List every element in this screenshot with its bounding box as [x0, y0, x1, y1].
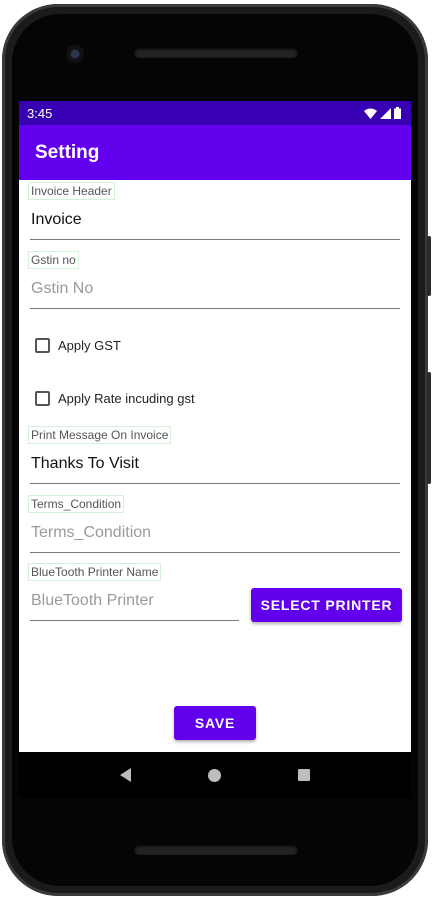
home-icon[interactable]: [207, 768, 221, 782]
select-printer-button[interactable]: SELECT PRINTER: [251, 588, 402, 622]
invoice-header-label: Invoice Header: [28, 182, 115, 200]
apply-gst-row[interactable]: Apply GST: [35, 338, 121, 353]
power-button: [427, 236, 431, 296]
page-title: Setting: [35, 141, 100, 163]
status-icons: [364, 107, 401, 119]
apply-rate-including-gst-label: Apply Rate incuding gst: [58, 391, 195, 406]
recents-icon[interactable]: [298, 769, 311, 781]
gstin-label: Gstin no: [28, 251, 79, 269]
bluetooth-printer-label: BlueTooth Printer Name: [28, 563, 162, 581]
battery-icon: [394, 107, 401, 119]
navigation-bar: [19, 752, 411, 798]
app-bar: Setting: [19, 125, 411, 180]
apply-gst-label: Apply GST: [58, 338, 121, 353]
apply-rate-including-gst-row[interactable]: Apply Rate incuding gst: [35, 391, 195, 406]
status-time: 3:45: [27, 105, 53, 121]
back-icon[interactable]: [119, 768, 131, 782]
app-screen: 3:45 Setting Invoice Header Invoice Gsti…: [19, 101, 411, 752]
signal-icon: [380, 107, 391, 119]
apply-gst-checkbox[interactable]: [35, 338, 50, 353]
volume-button: [427, 372, 431, 484]
bluetooth-printer-input[interactable]: BlueTooth Printer: [30, 587, 239, 621]
save-button[interactable]: SAVE: [174, 706, 256, 740]
apply-rate-including-gst-checkbox[interactable]: [35, 391, 50, 406]
print-message-input[interactable]: Thanks To Visit: [30, 450, 400, 484]
front-camera: [66, 45, 84, 63]
status-bar: 3:45: [19, 101, 411, 125]
top-speaker: [134, 48, 298, 58]
terms-input[interactable]: Terms_Condition: [30, 519, 400, 553]
print-message-label: Print Message On Invoice: [28, 426, 172, 444]
terms-label: Terms_Condition: [28, 495, 125, 513]
bottom-speaker: [134, 845, 298, 855]
wifi-icon: [364, 108, 377, 119]
settings-form: Invoice Header Invoice Gstin no Gstin No…: [19, 180, 411, 752]
gstin-input[interactable]: Gstin No: [30, 275, 400, 309]
invoice-header-input[interactable]: Invoice: [30, 206, 400, 240]
